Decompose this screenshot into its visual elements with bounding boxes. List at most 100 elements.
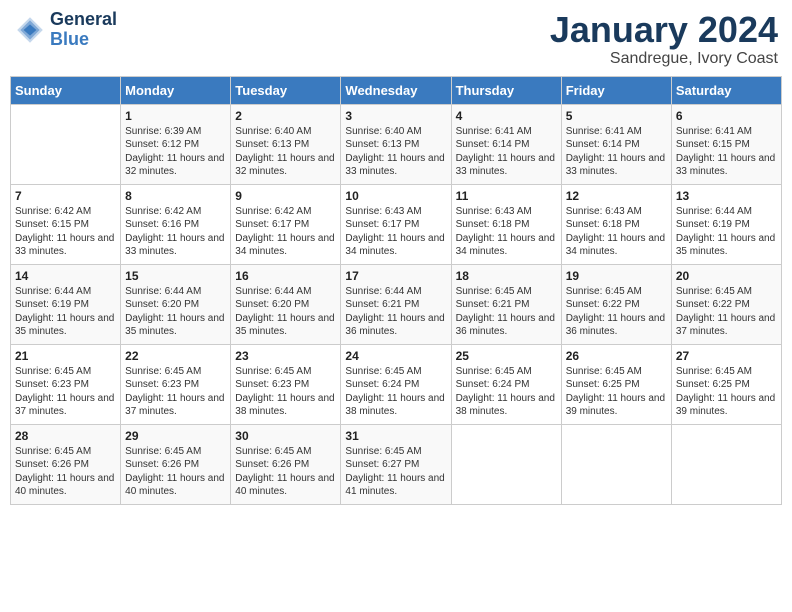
- day-content: Sunrise: 6:45 AM Sunset: 6:25 PM Dayligh…: [566, 365, 667, 419]
- calendar-cell: 26Sunrise: 6:45 AM Sunset: 6:25 PM Dayli…: [561, 344, 671, 424]
- calendar-cell: 25 Sunrise: 6:45 AM Sunset: 6:24 PM Dayli…: [451, 344, 561, 424]
- page-header: General Blue January 2024 Sandregue, Ivo…: [10, 10, 782, 68]
- calendar-cell: 16 Sunrise: 6:44 AM Sunset: 6:20 PM Dayli…: [231, 264, 341, 344]
- calendar-cell: 14 Sunrise: 6:44 AM Sunset: 6:19 PM Dayli…: [11, 264, 121, 344]
- calendar-cell: 5 Sunrise: 6:41 AM Sunset: 6:14 PM Daylig…: [561, 104, 671, 184]
- day-number: 24: [345, 349, 446, 363]
- day-content: Sunrise: 6:45 AM Sunset: 6:21 PM Dayligh…: [456, 285, 557, 339]
- title-block: January 2024 Sandregue, Ivory Coast: [550, 10, 778, 68]
- day-content: Sunrise: 6:45 AM Sunset: 6:26 PM Dayligh…: [125, 445, 226, 499]
- day-number: 6: [676, 109, 777, 123]
- day-content: Sunrise: 6:45 AM Sunset: 6:24 PM Dayligh…: [456, 365, 557, 419]
- day-content: Sunrise: 6:42 AM Sunset: 6:15 PM Dayligh…: [15, 205, 116, 259]
- day-number: 7: [15, 189, 116, 203]
- weekday-header: Sunday: [11, 76, 121, 104]
- day-content: Sunrise: 6:42 AM Sunset: 6:17 PM Dayligh…: [235, 205, 336, 259]
- day-content: Sunrise: 6:45 AM Sunset: 6:22 PM Dayligh…: [566, 285, 667, 339]
- day-number: 22: [125, 349, 226, 363]
- calendar-cell: 12 Sunrise: 6:43 AM Sunset: 6:18 PM Dayli…: [561, 184, 671, 264]
- calendar-cell: 7 Sunrise: 6:42 AM Sunset: 6:15 PM Daylig…: [11, 184, 121, 264]
- calendar-cell: 8Sunrise: 6:42 AM Sunset: 6:16 PM Daylig…: [121, 184, 231, 264]
- day-number: 17: [345, 269, 446, 283]
- day-number: 12: [566, 189, 667, 203]
- logo: General Blue: [14, 10, 117, 50]
- day-number: 21: [15, 349, 116, 363]
- day-content: Sunrise: 6:45 AM Sunset: 6:23 PM Dayligh…: [125, 365, 226, 419]
- day-number: 3: [345, 109, 446, 123]
- calendar-cell: 22 Sunrise: 6:45 AM Sunset: 6:23 PM Dayli…: [121, 344, 231, 424]
- day-number: 19: [566, 269, 667, 283]
- day-content: Sunrise: 6:41 AM Sunset: 6:14 PM Dayligh…: [456, 125, 557, 179]
- calendar-cell: 18 Sunrise: 6:45 AM Sunset: 6:21 PM Dayli…: [451, 264, 561, 344]
- calendar-cell: [11, 104, 121, 184]
- day-number: 16: [235, 269, 336, 283]
- day-number: 8: [125, 189, 226, 203]
- calendar-header: SundayMondayTuesdayWednesdayThursdayFrid…: [11, 76, 782, 104]
- day-content: Sunrise: 6:44 AM Sunset: 6:19 PM Dayligh…: [676, 205, 777, 259]
- day-number: 2: [235, 109, 336, 123]
- calendar-cell: 2Sunrise: 6:40 AM Sunset: 6:13 PM Daylig…: [231, 104, 341, 184]
- day-content: Sunrise: 6:45 AM Sunset: 6:25 PM Dayligh…: [676, 365, 777, 419]
- calendar-cell: 21Sunrise: 6:45 AM Sunset: 6:23 PM Dayli…: [11, 344, 121, 424]
- calendar-cell: [451, 424, 561, 504]
- day-content: Sunrise: 6:44 AM Sunset: 6:20 PM Dayligh…: [235, 285, 336, 339]
- calendar-cell: 30 Sunrise: 6:45 AM Sunset: 6:26 PM Dayli…: [231, 424, 341, 504]
- day-content: Sunrise: 6:43 AM Sunset: 6:18 PM Dayligh…: [566, 205, 667, 259]
- calendar-cell: 10 Sunrise: 6:43 AM Sunset: 6:17 PM Dayli…: [341, 184, 451, 264]
- calendar-week-row: 14 Sunrise: 6:44 AM Sunset: 6:19 PM Dayli…: [11, 264, 782, 344]
- day-content: Sunrise: 6:45 AM Sunset: 6:27 PM Dayligh…: [345, 445, 446, 499]
- weekday-header: Monday: [121, 76, 231, 104]
- day-number: 13: [676, 189, 777, 203]
- calendar-cell: 6 Sunrise: 6:41 AM Sunset: 6:15 PM Daylig…: [671, 104, 781, 184]
- calendar-cell: 4 Sunrise: 6:41 AM Sunset: 6:14 PM Daylig…: [451, 104, 561, 184]
- day-content: Sunrise: 6:40 AM Sunset: 6:13 PM Dayligh…: [345, 125, 446, 179]
- day-content: Sunrise: 6:44 AM Sunset: 6:19 PM Dayligh…: [15, 285, 116, 339]
- weekday-header: Thursday: [451, 76, 561, 104]
- calendar-cell: 19 Sunrise: 6:45 AM Sunset: 6:22 PM Dayli…: [561, 264, 671, 344]
- calendar-subtitle: Sandregue, Ivory Coast: [550, 50, 778, 68]
- day-number: 4: [456, 109, 557, 123]
- day-number: 30: [235, 429, 336, 443]
- header-row: SundayMondayTuesdayWednesdayThursdayFrid…: [11, 76, 782, 104]
- calendar-week-row: 7 Sunrise: 6:42 AM Sunset: 6:15 PM Daylig…: [11, 184, 782, 264]
- calendar-body: 1Sunrise: 6:39 AM Sunset: 6:12 PM Daylig…: [11, 104, 782, 504]
- day-number: 10: [345, 189, 446, 203]
- day-number: 27: [676, 349, 777, 363]
- logo-text: General Blue: [50, 10, 117, 50]
- calendar-table: SundayMondayTuesdayWednesdayThursdayFrid…: [10, 76, 782, 505]
- day-number: 14: [15, 269, 116, 283]
- calendar-cell: 29Sunrise: 6:45 AM Sunset: 6:26 PM Dayli…: [121, 424, 231, 504]
- day-content: Sunrise: 6:44 AM Sunset: 6:21 PM Dayligh…: [345, 285, 446, 339]
- day-number: 15: [125, 269, 226, 283]
- day-number: 25: [456, 349, 557, 363]
- day-content: Sunrise: 6:45 AM Sunset: 6:26 PM Dayligh…: [15, 445, 116, 499]
- logo-icon: [14, 14, 46, 46]
- weekday-header: Tuesday: [231, 76, 341, 104]
- calendar-cell: 15 Sunrise: 6:44 AM Sunset: 6:20 PM Dayli…: [121, 264, 231, 344]
- weekday-header: Wednesday: [341, 76, 451, 104]
- weekday-header: Saturday: [671, 76, 781, 104]
- day-content: Sunrise: 6:45 AM Sunset: 6:22 PM Dayligh…: [676, 285, 777, 339]
- calendar-cell: 1Sunrise: 6:39 AM Sunset: 6:12 PM Daylig…: [121, 104, 231, 184]
- day-number: 11: [456, 189, 557, 203]
- calendar-cell: [561, 424, 671, 504]
- day-number: 5: [566, 109, 667, 123]
- calendar-cell: 11 Sunrise: 6:43 AM Sunset: 6:18 PM Dayli…: [451, 184, 561, 264]
- day-number: 18: [456, 269, 557, 283]
- day-content: Sunrise: 6:44 AM Sunset: 6:20 PM Dayligh…: [125, 285, 226, 339]
- day-content: Sunrise: 6:43 AM Sunset: 6:18 PM Dayligh…: [456, 205, 557, 259]
- calendar-week-row: 1Sunrise: 6:39 AM Sunset: 6:12 PM Daylig…: [11, 104, 782, 184]
- calendar-title: January 2024: [550, 10, 778, 50]
- day-number: 28: [15, 429, 116, 443]
- calendar-cell: [671, 424, 781, 504]
- day-number: 31: [345, 429, 446, 443]
- day-number: 23: [235, 349, 336, 363]
- day-content: Sunrise: 6:45 AM Sunset: 6:26 PM Dayligh…: [235, 445, 336, 499]
- calendar-cell: 24 Sunrise: 6:45 AM Sunset: 6:24 PM Dayli…: [341, 344, 451, 424]
- day-content: Sunrise: 6:41 AM Sunset: 6:15 PM Dayligh…: [676, 125, 777, 179]
- calendar-week-row: 28 Sunrise: 6:45 AM Sunset: 6:26 PM Dayli…: [11, 424, 782, 504]
- day-content: Sunrise: 6:41 AM Sunset: 6:14 PM Dayligh…: [566, 125, 667, 179]
- day-number: 1: [125, 109, 226, 123]
- day-content: Sunrise: 6:45 AM Sunset: 6:24 PM Dayligh…: [345, 365, 446, 419]
- day-content: Sunrise: 6:43 AM Sunset: 6:17 PM Dayligh…: [345, 205, 446, 259]
